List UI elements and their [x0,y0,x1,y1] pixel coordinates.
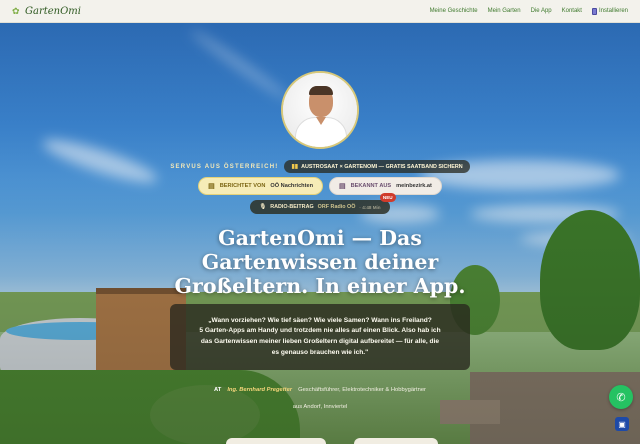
photo-overlay [0,0,640,444]
gift-icon: ▮▮ [291,164,299,170]
radio-source: ORF Radio OÖ [317,204,356,210]
quote-line: „Wann vorziehen? Wie tief säen? Wie viel… [208,316,432,324]
press-label: BERICHTET VON [219,183,266,189]
press-source: OÖ Nachrichten [270,183,313,189]
install-button[interactable]: Installieren [591,7,628,15]
newspaper-icon: ▤ [339,183,346,190]
sprout-icon: ✿ [12,5,20,16]
title-line: Gartenwissen deiner [201,250,439,274]
radio-label: RADIO-BEITRAG [270,204,314,210]
whatsapp-icon: ✆ [616,391,626,404]
cta-button-secondary[interactable] [354,438,438,444]
install-label: Installieren [598,8,628,14]
quote-line: 5 Garten-Apps am Handy und trotzdem nie … [199,327,441,335]
logo[interactable]: ✿ GartenOmi [12,6,81,17]
press-label: BEKANNT AUS [350,183,392,189]
new-badge: NEU [379,193,396,202]
whatsapp-button[interactable]: ✆ [609,385,633,409]
nav-link-mein-garten[interactable]: Mein Garten [488,8,521,14]
quote-box: „Wann vorziehen? Wie tief säen? Wie viel… [170,304,470,370]
promo-text: AUSTROSAAT × GARTENOMI — GRATIS SAATBAND… [301,163,463,170]
author-role: Geschäftsführer, Elektrotechniker & Hobb… [298,387,426,393]
nav-link-die-app[interactable]: Die App [531,8,552,14]
radio-row: 🎙 RADIO-BEITRAG ORF Radio OÖ · 4:48 Min … [0,193,640,214]
page-title: GartenOmi — Das Gartenwissen deiner Groß… [0,226,640,298]
avatar [281,71,359,149]
cta-button-primary[interactable] [226,438,326,444]
phone-icon [591,7,597,15]
press-source: meinbezirk.at [396,183,432,189]
newspaper-icon: ▤ [208,183,215,190]
nav-links: Meine Geschichte Mein Garten Die App Kon… [430,7,628,15]
nav-link-kontakt[interactable]: Kontakt [562,8,582,14]
quote-text: „Wann vorziehen? Wie tief säen? Wie viel… [199,316,440,358]
author-row: AT Ing. Bernhard Pregetter Geschäftsführ… [0,387,640,393]
author-location: aus Andorf, Innviertel [292,404,348,410]
promo-pill[interactable]: ▮▮ AUSTROSAAT × GARTENOMI — GRATIS SAATB… [284,160,470,173]
radio-duration: · 4:48 Min [359,204,381,210]
top-navbar: ✿ GartenOmi Meine Geschichte Mein Garten… [0,0,640,23]
greeting-row: SERVUS AUS ÖSTERREICH! ▮▮ AUSTROSAAT × G… [0,160,640,173]
radio-badge[interactable]: 🎙 RADIO-BEITRAG ORF Radio OÖ · 4:48 Min … [250,193,396,214]
microphone-icon: 🎙 [259,204,267,210]
nav-link-meine-geschichte[interactable]: Meine Geschichte [430,8,478,14]
greeting-text: SERVUS AUS ÖSTERREICH! [170,163,279,170]
hero-background-photo [0,0,640,444]
chat-widget-button[interactable]: ▣ [615,417,629,431]
title-line: Großeltern. In einer App. [174,274,466,298]
chat-icon: ▣ [618,419,626,429]
author-name: Ing. Bernhard Pregetter [227,387,293,393]
press-row: ▤ BERICHTET VON OÖ Nachrichten ▤ BEKANNT… [0,177,640,195]
title-line: GartenOmi — Das [218,226,422,250]
quote-line: es genauso brauchen wie ich." [271,348,369,356]
press-badge-ooe-nachrichten[interactable]: ▤ BERICHTET VON OÖ Nachrichten [198,177,323,195]
quote-line: das Gartenwissen meiner lieben Großelter… [200,338,440,345]
country-flag: AT [214,387,222,393]
logo-text: GartenOmi [25,5,81,17]
avatar-hair [309,86,333,95]
